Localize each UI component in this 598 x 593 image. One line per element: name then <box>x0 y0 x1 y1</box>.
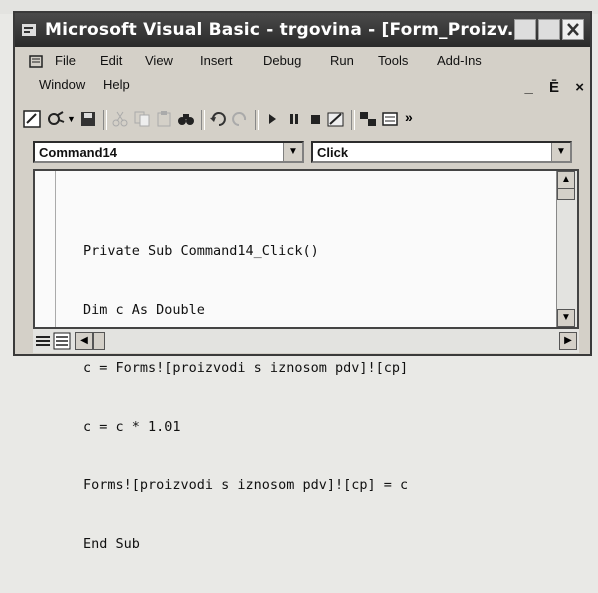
margin-indicator-bar <box>35 171 56 327</box>
redo-icon[interactable] <box>231 110 249 128</box>
mdi-minimize-button[interactable]: _ <box>525 79 533 96</box>
save-icon[interactable] <box>79 110 97 128</box>
vertical-scrollbar[interactable]: ▲ ▼ <box>556 171 577 327</box>
menu-insert[interactable]: Insert <box>200 53 233 68</box>
maximize-button[interactable] <box>538 19 560 40</box>
vbe-window: Microsoft Visual Basic - trgovina - [For… <box>13 11 592 552</box>
scroll-up-button[interactable]: ▲ <box>557 171 575 189</box>
toolbar-separator <box>103 110 107 130</box>
toolbar-separator <box>201 110 205 130</box>
code-line: c = c * 1.01 <box>83 418 181 435</box>
toolbar-separator <box>255 110 259 130</box>
reset-icon[interactable] <box>307 110 325 128</box>
chevron-down-icon: ▼ <box>556 146 566 157</box>
object-combo-dropdown[interactable]: ▼ <box>283 143 302 161</box>
close-icon <box>567 23 579 36</box>
dropdown-arrow-icon[interactable]: ▼ <box>67 114 76 124</box>
menu-view[interactable]: View <box>145 53 173 68</box>
copy-icon[interactable] <box>133 110 151 128</box>
break-icon[interactable] <box>285 110 303 128</box>
menu-help[interactable]: Help <box>103 77 130 92</box>
menu-file[interactable]: File <box>55 53 76 68</box>
procedure-combo-value: Click <box>317 145 349 160</box>
mdi-controls: _ Ē × <box>513 79 584 96</box>
mdi-close-button[interactable]: × <box>575 79 584 96</box>
code-line: Forms![proizvodi s iznosom pdv]![cp] = c <box>83 477 409 493</box>
menu-run[interactable]: Run <box>330 53 354 68</box>
code-line: End Sub <box>83 535 140 552</box>
close-button[interactable] <box>562 19 584 40</box>
object-combo-value: Command14 <box>39 145 118 160</box>
mdi-restore-button[interactable]: Ē <box>549 79 559 96</box>
scroll-thumb[interactable] <box>557 188 575 200</box>
project-explorer-icon[interactable] <box>359 110 377 128</box>
window-title: Microsoft Visual Basic - trgovina - [For… <box>45 20 527 40</box>
code-line: Private Sub Command14_Click() <box>83 243 319 259</box>
object-combo[interactable]: Command14 ▼ <box>33 141 304 163</box>
toolbar-separator <box>351 110 355 130</box>
run-icon[interactable] <box>263 110 281 128</box>
code-text[interactable]: Private Sub Command14_Click() Dim c As D… <box>83 203 408 593</box>
design-mode-icon[interactable] <box>327 110 345 128</box>
find-icon[interactable] <box>177 110 195 128</box>
horizontal-scroll-thumb[interactable] <box>93 332 105 350</box>
document-icon <box>29 55 43 68</box>
insert-object-icon[interactable] <box>47 110 65 128</box>
scroll-right-button[interactable]: ▶ <box>559 332 577 350</box>
minimize-button[interactable] <box>514 19 536 40</box>
procedure-combo[interactable]: Click ▼ <box>311 141 572 163</box>
full-module-view-icon[interactable] <box>53 332 71 350</box>
scroll-down-button[interactable]: ▼ <box>557 309 575 327</box>
paste-icon[interactable] <box>155 110 173 128</box>
standard-toolbar: ▼ » <box>19 107 587 133</box>
undo-icon[interactable] <box>209 110 227 128</box>
menu-addins[interactable]: Add-Ins <box>437 53 482 68</box>
editor-bottom-bar: ◀ ▶ <box>33 329 579 353</box>
code-editor[interactable]: Private Sub Command14_Click() Dim c As D… <box>33 169 579 552</box>
menu-bar: File Edit View Insert Debug Run Tools Ad… <box>15 49 590 103</box>
code-line: Dim c As Double <box>83 301 205 318</box>
view-access-icon[interactable] <box>23 110 41 128</box>
menu-window[interactable]: Window <box>39 77 85 92</box>
title-bar: Microsoft Visual Basic - trgovina - [For… <box>15 13 590 47</box>
procedure-combo-dropdown[interactable]: ▼ <box>551 143 570 161</box>
cut-icon[interactable] <box>111 110 129 128</box>
toolbar-overflow-icon[interactable]: » <box>405 109 413 125</box>
vb-app-icon <box>22 24 36 36</box>
menu-edit[interactable]: Edit <box>100 53 122 68</box>
chevron-down-icon: ▼ <box>288 146 298 157</box>
code-line: c = Forms![proizvodi s iznosom pdv]![cp] <box>83 360 409 376</box>
procedure-view-icon[interactable] <box>35 333 51 349</box>
properties-window-icon[interactable] <box>381 110 399 128</box>
scroll-left-button[interactable]: ◀ <box>75 332 93 350</box>
menu-tools[interactable]: Tools <box>378 53 408 68</box>
menu-debug[interactable]: Debug <box>263 53 301 68</box>
